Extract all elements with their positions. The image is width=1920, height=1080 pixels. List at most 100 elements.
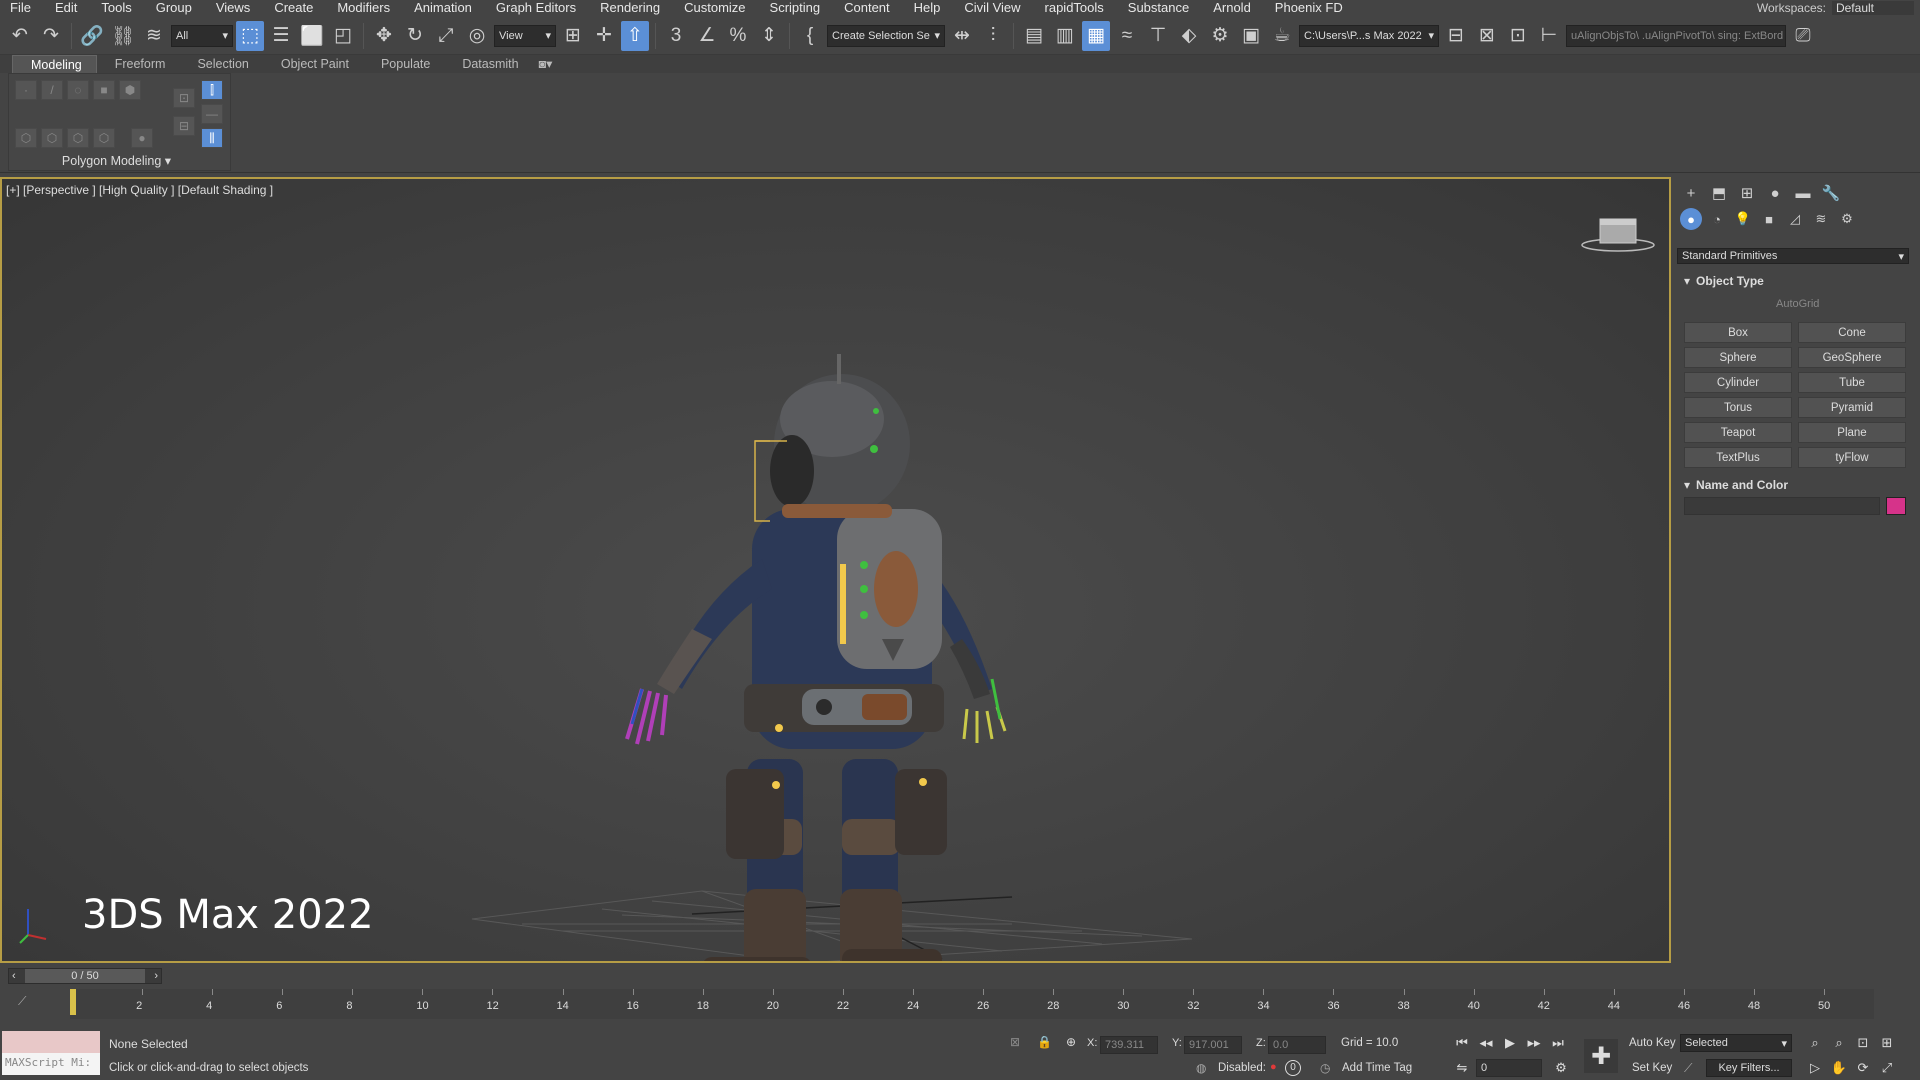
object-name-input[interactable] xyxy=(1684,497,1880,515)
open-file-icon[interactable]: ⊟ xyxy=(1442,21,1470,51)
time-slider-thumb[interactable]: 0 / 50 xyxy=(25,969,145,983)
move-icon[interactable]: ✥ xyxy=(370,21,398,51)
menu-tools[interactable]: Tools xyxy=(89,0,143,16)
menu-scripting[interactable]: Scripting xyxy=(758,0,833,16)
maxscript-input[interactable]: MAXScript Mi: xyxy=(2,1053,100,1075)
previous-frame-icon[interactable]: ◂◂ xyxy=(1475,1032,1497,1054)
menu-create[interactable]: Create xyxy=(262,0,325,16)
object-color-swatch[interactable] xyxy=(1886,497,1906,515)
orbit-icon[interactable]: ⟳ xyxy=(1852,1057,1874,1079)
menu-modifiers[interactable]: Modifiers xyxy=(325,0,402,16)
viewport-capture-icon[interactable]: ⎚ xyxy=(1789,21,1817,51)
set-key-big-icon[interactable]: ✚ xyxy=(1584,1039,1618,1073)
project-folder-dropdown[interactable]: C:\Users\P...s Max 2022 ▾ xyxy=(1299,24,1439,47)
menu-customize[interactable]: Customize xyxy=(672,0,757,16)
tab-modeling[interactable]: Modeling xyxy=(12,55,97,73)
isolate-selection-icon[interactable]: ⊠ xyxy=(1010,1035,1020,1049)
mini-curve-editor-icon[interactable]: ⟋ xyxy=(18,994,26,1009)
tab-populate[interactable]: Populate xyxy=(363,55,444,73)
shrink-icon[interactable]: ⬡ xyxy=(41,128,63,148)
keyboard-shortcut-override-icon[interactable]: ⇧ xyxy=(621,20,649,51)
lock-selection-icon[interactable]: 🔒 xyxy=(1037,1035,1052,1049)
preview-off-icon[interactable]: ⊟ xyxy=(173,116,195,136)
vertex-mode-icon[interactable]: · xyxy=(15,80,37,100)
curve-editor-icon[interactable]: ≈ xyxy=(1113,21,1141,51)
absolute-mode-icon[interactable]: ⊕ xyxy=(1066,1035,1076,1049)
tab-freeform[interactable]: Freeform xyxy=(97,55,180,73)
placement-icon[interactable]: ◎ xyxy=(463,21,491,51)
menu-views[interactable]: Views xyxy=(204,0,262,16)
add-time-tag-link[interactable]: Add Time Tag xyxy=(1342,1062,1412,1074)
go-to-end-icon[interactable]: ⏭ xyxy=(1547,1032,1569,1054)
select-manipulate-icon[interactable]: ✛ xyxy=(590,21,618,51)
mirror-icon[interactable]: ⇹ xyxy=(948,21,976,51)
display-tab-icon[interactable]: ▬ xyxy=(1792,182,1814,204)
menu-substance[interactable]: Substance xyxy=(1116,0,1201,16)
zoom-extents-all-icon[interactable]: ⊞ xyxy=(1876,1032,1898,1054)
current-frame-field[interactable]: 0 xyxy=(1476,1059,1542,1077)
create-tab-icon[interactable]: + xyxy=(1680,182,1702,204)
menu-animation[interactable]: Animation xyxy=(402,0,484,16)
teapot-button[interactable]: Teapot xyxy=(1684,422,1792,443)
y-coordinate-field[interactable]: 917.001 xyxy=(1184,1036,1242,1054)
menu-file[interactable]: File xyxy=(0,0,43,16)
scene-explorer-icon[interactable]: ▤ xyxy=(1020,21,1048,51)
reference-coordinate-dropdown[interactable]: View ▾ xyxy=(494,24,556,47)
menu-group[interactable]: Group xyxy=(144,0,204,16)
cameras-icon[interactable]: ■ xyxy=(1758,208,1780,230)
toggle-command-mode-icon[interactable]: — xyxy=(201,104,223,124)
systems-icon[interactable]: ⚙ xyxy=(1836,208,1858,230)
x-coordinate-field[interactable]: 739.311 xyxy=(1100,1036,1158,1054)
current-frame-marker[interactable] xyxy=(70,989,76,1015)
tab-datasmith[interactable]: Datasmith xyxy=(444,55,532,73)
geosphere-button[interactable]: GeoSphere xyxy=(1798,347,1906,368)
script-command-field[interactable]: uAlignObjsTo\ .uAlignPivotTo\ sing: ExtB… xyxy=(1566,24,1786,47)
utilities-tab-icon[interactable]: 🔧 xyxy=(1820,182,1842,204)
use-stack-icon[interactable]: ⫿ xyxy=(201,80,223,100)
time-tag-icon[interactable]: ◷ xyxy=(1320,1061,1330,1075)
motion-tab-icon[interactable]: ● xyxy=(1764,182,1786,204)
menu-graph-editors[interactable]: Graph Editors xyxy=(484,0,588,16)
edit-named-selection-icon[interactable]: { xyxy=(796,21,824,51)
menu-rendering[interactable]: Rendering xyxy=(588,0,672,16)
link-icon[interactable]: 🔗 xyxy=(78,21,106,51)
menu-content[interactable]: Content xyxy=(832,0,902,16)
border-mode-icon[interactable]: ◌ xyxy=(67,80,89,100)
tab-object-paint[interactable]: Object Paint xyxy=(263,55,363,73)
bind-space-warp-icon[interactable]: ≋ xyxy=(140,21,168,51)
grow-icon[interactable]: ⬡ xyxy=(15,128,37,148)
default-in-out-tangent-icon[interactable]: ⟋ xyxy=(1684,1061,1692,1076)
window-crossing-icon[interactable]: ◰ xyxy=(329,21,357,51)
sphere-button[interactable]: Sphere xyxy=(1684,347,1792,368)
play-icon[interactable]: ▶ xyxy=(1499,1032,1521,1054)
perspective-viewport[interactable]: [+] [Perspective ] [High Quality ] [Defa… xyxy=(0,177,1671,963)
align-icon[interactable]: ⫶ xyxy=(979,21,1007,51)
import-icon[interactable]: ⊠ xyxy=(1473,21,1501,51)
render-setup-icon[interactable]: ⚙ xyxy=(1206,21,1234,51)
rect-selection-region-icon[interactable]: ⬜ xyxy=(298,21,326,51)
rendered-frame-window-icon[interactable]: ▣ xyxy=(1237,21,1265,51)
next-frame-icon[interactable]: ▸▸ xyxy=(1523,1032,1545,1054)
maxscript-listener[interactable]: MAXScript Mi: xyxy=(2,1031,100,1075)
time-slider[interactable]: ‹ 0 / 50 › xyxy=(8,968,162,984)
scale-icon[interactable]: ⤢ xyxy=(432,21,460,51)
loop-icon[interactable]: ⬡ xyxy=(67,128,89,148)
ribbon-toggle-icon[interactable]: ▦ xyxy=(1082,20,1110,51)
shapes-icon[interactable]: ◔ xyxy=(1706,208,1728,230)
autogrid-checkbox[interactable]: AutoGrid xyxy=(1776,298,1819,310)
key-filters-button[interactable]: Key Filters... xyxy=(1706,1059,1792,1077)
material-editor-icon[interactable]: ⬖ xyxy=(1175,21,1203,51)
cylinder-button[interactable]: Cylinder xyxy=(1684,372,1792,393)
pan-view-icon[interactable]: ✋ xyxy=(1828,1057,1850,1079)
plane-button[interactable]: Plane xyxy=(1798,422,1906,443)
z-coordinate-field[interactable]: 0.0 xyxy=(1268,1036,1326,1054)
tyflow-button[interactable]: tyFlow xyxy=(1798,447,1906,468)
spinner-snap-icon[interactable]: ⇕ xyxy=(755,21,783,51)
tab-selection[interactable]: Selection xyxy=(179,55,262,73)
snaps-toggle-icon[interactable]: 3 xyxy=(662,21,690,51)
go-to-start-icon[interactable]: ⏮ xyxy=(1451,1032,1473,1054)
menu-civil-view[interactable]: Civil View xyxy=(952,0,1032,16)
space-warps-icon[interactable]: ≋ xyxy=(1810,208,1832,230)
name-and-color-rollout[interactable]: ▾ Name and Color xyxy=(1680,476,1916,494)
track-bar[interactable]: 2 4 6 8 10 12 14 16 18 20 22 24 26 28 30 32 34 36 38 40 42 44… xyxy=(70,989,1874,1019)
